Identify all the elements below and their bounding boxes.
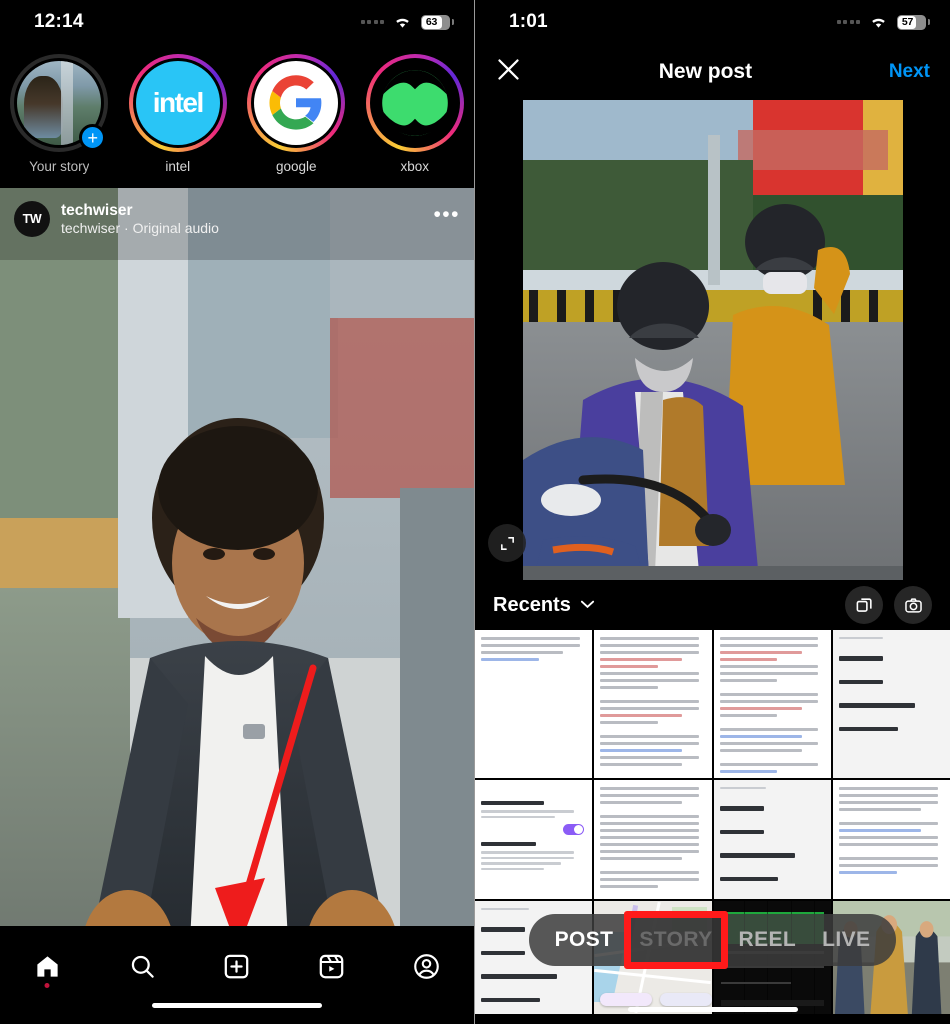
post-username[interactable]: techwiser — [61, 202, 219, 220]
stories-tray: + Your story intel intel google xbox — [0, 44, 474, 188]
sidebar-item-home[interactable] — [0, 942, 95, 990]
status-indicators: 57 — [836, 14, 930, 30]
close-x-icon[interactable] — [495, 56, 522, 88]
right-status-bar: 1:01 57 — [475, 0, 950, 44]
story-label: xbox — [400, 159, 430, 174]
story-item-intel[interactable]: intel intel — [123, 54, 233, 174]
notification-dot — [44, 983, 50, 988]
post-video-frame — [0, 188, 474, 998]
next-button[interactable]: Next — [889, 61, 930, 83]
avatar — [372, 61, 457, 145]
xbox-logo-icon — [372, 61, 457, 145]
left-phone-instagram-feed: 12:14 63 + Your story intel intel google… — [0, 0, 475, 1024]
grid-thumbnail[interactable] — [594, 779, 712, 899]
sidebar-item-search[interactable] — [95, 942, 190, 990]
cellular-dots-icon — [836, 20, 860, 24]
story-item-xbox[interactable]: xbox — [360, 54, 470, 174]
expand-crop-icon[interactable] — [488, 524, 526, 562]
wifi-icon — [393, 15, 412, 29]
wifi-icon — [869, 15, 888, 29]
grid-thumbnail[interactable] — [832, 630, 950, 778]
battery-indicator: 63 — [421, 14, 454, 30]
profile-circle-icon — [414, 953, 439, 979]
chevron-down-icon[interactable] — [580, 596, 595, 614]
comparison-screenshot: 12:14 63 + Your story intel intel google… — [0, 0, 950, 1024]
post-header: TW techwiser techwiser · Original audio … — [0, 188, 474, 250]
story-item-your-story[interactable]: + Your story — [4, 54, 114, 174]
status-time: 1:01 — [509, 11, 548, 32]
home-icon — [37, 955, 58, 977]
media-preview[interactable] — [475, 100, 950, 580]
google-logo-icon — [254, 61, 339, 145]
post-audio-label[interactable]: techwiser · Original audio — [61, 220, 219, 237]
sidebar-item-profile[interactable] — [379, 942, 474, 990]
reels-icon — [319, 954, 344, 978]
intel-logo-text: intel — [152, 87, 205, 118]
bottom-tab-bar — [0, 926, 474, 1024]
camera-icon[interactable] — [894, 586, 932, 624]
story-ring — [365, 54, 464, 152]
battery-percent: 57 — [901, 16, 914, 28]
status-indicators: 63 — [360, 14, 454, 30]
sidebar-item-reels[interactable] — [284, 942, 379, 990]
avatar — [254, 61, 339, 145]
story-label: Your story — [29, 159, 90, 174]
plus-square-icon — [225, 954, 249, 978]
mode-option-reel[interactable]: REEL — [739, 928, 797, 952]
grid-thumbnail[interactable] — [713, 630, 831, 778]
home-indicator — [627, 1007, 798, 1012]
grid-thumbnail[interactable] — [832, 779, 950, 899]
avatar[interactable]: TW — [14, 201, 50, 237]
battery-indicator: 57 — [897, 14, 930, 30]
grid-thumbnail[interactable] — [713, 779, 831, 899]
status-time: 12:14 — [34, 11, 84, 32]
new-post-navbar: New post Next — [475, 44, 950, 100]
story-ring — [247, 54, 346, 152]
grid-thumbnail[interactable] — [475, 779, 593, 899]
avatar: intel — [135, 61, 220, 145]
page-title: New post — [658, 60, 753, 83]
mode-option-live[interactable]: LIVE — [822, 928, 870, 952]
cellular-dots-icon — [360, 20, 384, 24]
story-ring: intel — [128, 54, 227, 152]
feed-post[interactable]: TW techwiser techwiser · Original audio … — [0, 188, 474, 998]
search-icon — [131, 955, 154, 978]
multi-select-icon[interactable] — [845, 586, 883, 624]
story-item-google[interactable]: google — [241, 54, 351, 174]
story-ring: + — [10, 54, 109, 152]
home-indicator — [152, 1003, 322, 1008]
annotation-highlight-story — [624, 911, 728, 969]
album-name[interactable]: Recents — [493, 594, 571, 617]
mode-option-post[interactable]: POST — [555, 928, 614, 952]
right-phone-new-post: 1:01 57 New post Next Recents POST REEL … — [475, 0, 950, 1024]
left-status-bar: 12:14 63 — [0, 0, 474, 44]
album-selector-row: Recents — [475, 580, 950, 630]
grid-thumbnail[interactable] — [475, 630, 593, 778]
ellipsis-icon[interactable]: ••• — [433, 204, 460, 225]
battery-percent: 63 — [425, 16, 438, 28]
selected-photo — [522, 100, 903, 580]
add-story-badge[interactable]: + — [79, 124, 107, 151]
story-label: google — [275, 159, 317, 174]
sidebar-item-create[interactable] — [190, 942, 285, 990]
grid-thumbnail[interactable] — [594, 630, 712, 778]
story-label: intel — [165, 159, 191, 174]
gallery-actions — [845, 586, 932, 624]
